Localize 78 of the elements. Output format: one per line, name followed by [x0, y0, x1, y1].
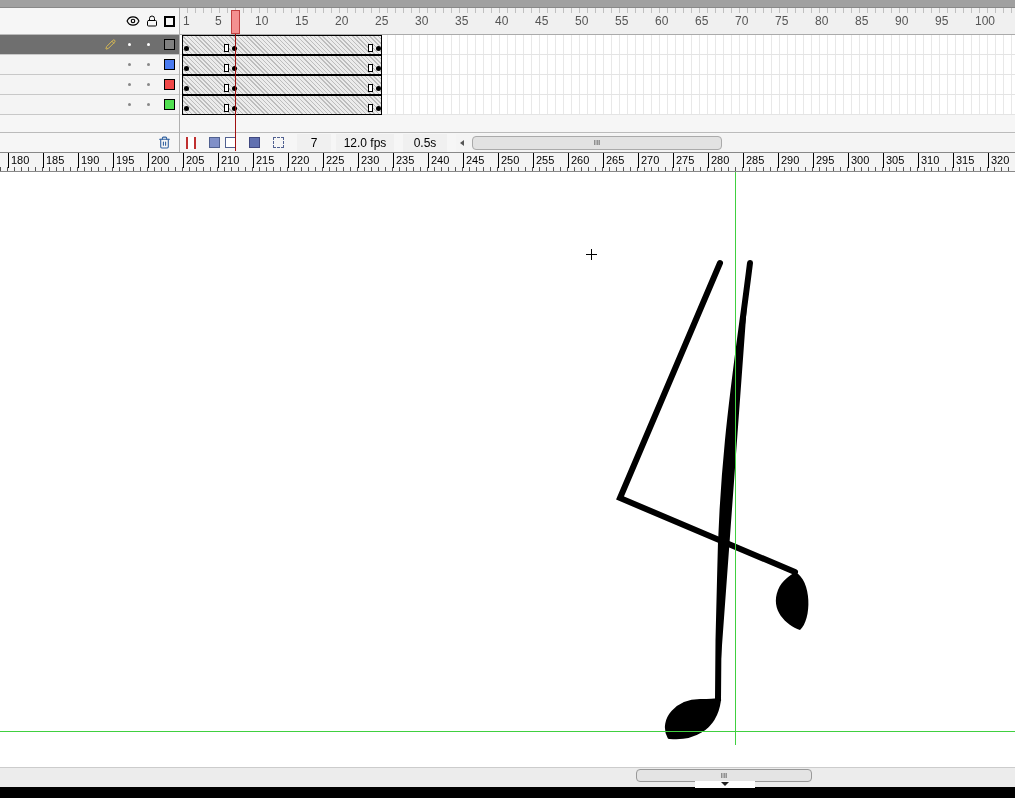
ruler-number: 280: [708, 153, 743, 168]
outline-color-swatch[interactable]: [164, 39, 175, 50]
frame-number: 25: [375, 13, 390, 30]
ruler-number: 295: [813, 153, 848, 168]
ruler-number: 285: [743, 153, 778, 168]
ruler-number: 225: [323, 153, 358, 168]
frame-number: 10: [255, 13, 270, 30]
ruler-number: 300: [848, 153, 883, 168]
keyframe-icon: [184, 46, 189, 51]
outline-icon[interactable]: [164, 15, 175, 27]
lock-icon[interactable]: [146, 15, 158, 27]
ruler-number: 235: [393, 153, 428, 168]
crosshair-icon: [586, 249, 597, 260]
ruler-number: 220: [288, 153, 323, 168]
eye-icon[interactable]: [126, 14, 140, 28]
frame-rate-field[interactable]: 12.0 fps: [336, 133, 394, 152]
stage-scrollbar-thumb[interactable]: III: [636, 769, 812, 782]
current-frame-field[interactable]: 7: [297, 133, 331, 152]
outline-color-swatch[interactable]: [164, 99, 175, 110]
outline-color-swatch[interactable]: [164, 59, 175, 70]
frame-number: 20: [335, 13, 350, 30]
playhead[interactable]: [231, 10, 240, 151]
ruler-number: 255: [533, 153, 568, 168]
ruler-number: 230: [358, 153, 393, 168]
keyframe-icon: [184, 66, 189, 71]
ruler-number: 210: [218, 153, 253, 168]
frame-number: 35: [455, 13, 470, 30]
frame-number: 85: [855, 13, 870, 30]
center-frame-icon[interactable]: [186, 136, 196, 149]
frame-number: 50: [575, 13, 590, 30]
ruler-number: 205: [183, 153, 218, 168]
tween-span[interactable]: [182, 35, 382, 55]
frame-number: 30: [415, 13, 430, 30]
frame-number: 80: [815, 13, 830, 30]
frame-number: 60: [655, 13, 670, 30]
tween-span[interactable]: [182, 75, 382, 95]
ruler-number: 265: [603, 153, 638, 168]
keyframe-icon: [184, 106, 189, 111]
ruler-number: 245: [463, 153, 498, 168]
scroll-left-icon[interactable]: [460, 139, 464, 146]
ruler-number: 180: [8, 153, 43, 168]
ruler-number: 195: [113, 153, 148, 168]
ruler-number: 215: [253, 153, 288, 168]
frame-number: 70: [735, 13, 750, 30]
ruler-number: 250: [498, 153, 533, 168]
frame-ruler[interactable]: 1 5 10 15 20 25 30 35 40 45 50 55 60 65 70 75 80 85 90 95 100: [180, 8, 1015, 35]
frame-number: 100: [975, 13, 997, 30]
ruler-number: 320: [988, 153, 1015, 168]
frame-number: 65: [695, 13, 710, 30]
outline-color-swatch[interactable]: [164, 79, 175, 90]
frame-number: 40: [495, 13, 510, 30]
frame-number: 90: [895, 13, 910, 30]
ruler-number: 315: [953, 153, 988, 168]
ruler-number: 290: [778, 153, 813, 168]
tween-span[interactable]: [182, 95, 382, 115]
ruler-number: 310: [918, 153, 953, 168]
ruler-number: 275: [673, 153, 708, 168]
onion-outline-icon[interactable]: [225, 137, 236, 148]
ruler-number: 305: [883, 153, 918, 168]
ruler-number: 185: [43, 153, 78, 168]
tween-span[interactable]: [182, 55, 382, 75]
trash-icon[interactable]: [158, 136, 171, 149]
frame-number: 75: [775, 13, 790, 30]
ruler-number: 200: [148, 153, 183, 168]
ruler-number: 270: [638, 153, 673, 168]
frame-number: 55: [615, 13, 630, 30]
ruler-number: 240: [428, 153, 463, 168]
frame-number: 5: [215, 13, 223, 30]
scrollbar-thumb[interactable]: III: [472, 135, 722, 150]
frame-number: 1: [183, 13, 191, 30]
frame-number: 45: [535, 13, 550, 30]
onion-markers-icon[interactable]: [273, 137, 284, 148]
elapsed-time-field[interactable]: 0.5s: [403, 133, 447, 152]
keyframe-icon: [184, 86, 189, 91]
ruler-number: 260: [568, 153, 603, 168]
frame-number: 15: [295, 13, 310, 30]
ruler-number: 190: [78, 153, 113, 168]
frame-number: 95: [935, 13, 950, 30]
